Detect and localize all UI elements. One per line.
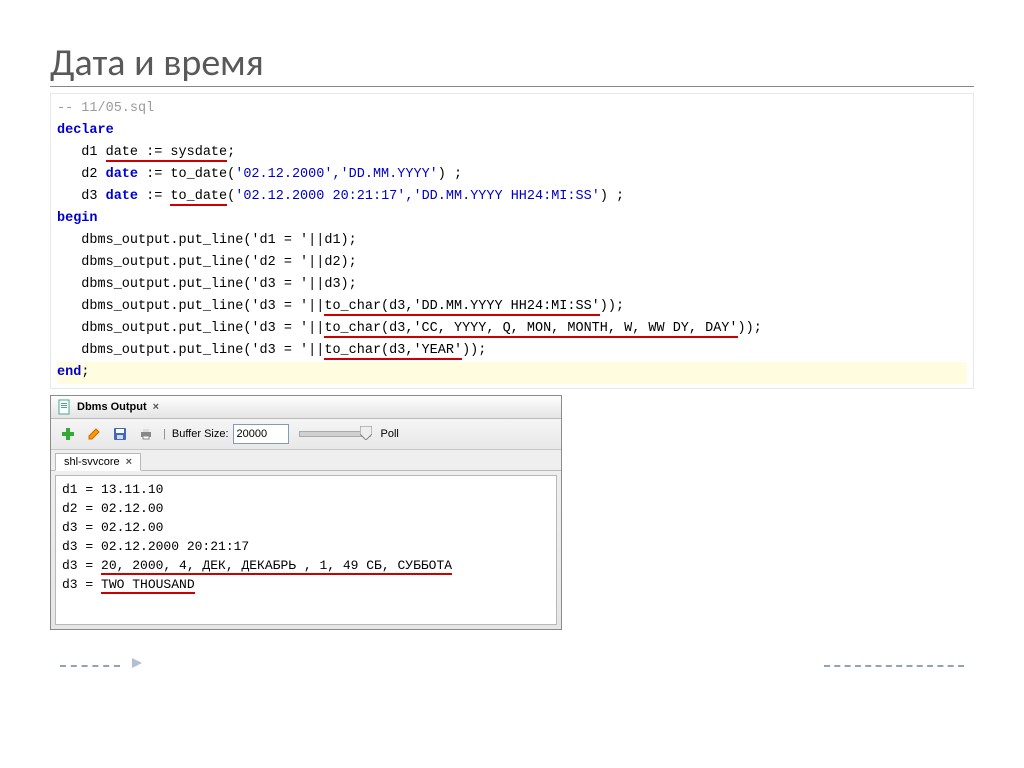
connection-tabs: shl-svvcore × [51, 450, 561, 471]
plus-icon[interactable] [57, 423, 79, 445]
buffer-size-input[interactable] [233, 424, 289, 444]
code-comment: -- 11/05.sql [57, 101, 154, 116]
kw-begin: begin [57, 211, 98, 226]
underline-out6: TWO THOUSAND [101, 577, 195, 594]
output-line: d3 = 02.12.00 [62, 520, 163, 535]
underline-tochar1: to_char(d3,'DD.MM.YYYY HH24:MI:SS' [324, 299, 599, 316]
output-line: d1 = 13.11.10 [62, 482, 163, 497]
dbms-toolbar: | Buffer Size: Poll [51, 419, 561, 450]
buffer-size-label: Buffer Size: [172, 428, 229, 440]
page-title: Дата и время [50, 40, 974, 87]
dbms-title: Dbms Output [77, 401, 147, 413]
footer-dash-right [824, 665, 964, 667]
footer-dash-left [60, 665, 120, 667]
play-icon [130, 656, 144, 675]
document-icon [57, 399, 73, 415]
dbms-titlebar: Dbms Output × [51, 396, 561, 419]
output-area[interactable]: d1 = 13.11.10 d2 = 02.12.00 d3 = 02.12.0… [55, 475, 557, 625]
pencil-icon[interactable] [83, 423, 105, 445]
poll-slider[interactable] [299, 431, 371, 437]
connection-tab[interactable]: shl-svvcore × [55, 453, 141, 471]
dbms-output-panel: Dbms Output × | Buffer Size: Poll shl-sv… [50, 395, 562, 630]
slide-footer [50, 656, 974, 675]
poll-label: Poll [381, 428, 399, 440]
slider-thumb-icon[interactable] [360, 426, 372, 440]
underline-d1: date := sysdate [106, 145, 228, 162]
underline-tochar2: to_char(d3,'CC, YYYY, Q, MON, MONTH, W, … [324, 321, 737, 338]
close-icon[interactable]: × [153, 401, 159, 413]
code-editor: -- 11/05.sql declare d1 date := sysdate;… [50, 93, 974, 389]
tab-label: shl-svvcore [64, 456, 120, 468]
kw-end: end [57, 365, 81, 380]
output-line: d3 = 02.12.2000 20:21:17 [62, 539, 249, 554]
underline-todate: to_date [170, 189, 227, 206]
underline-out5: 20, 2000, 4, ДЕК, ДЕКАБРЬ , 1, 49 СБ, СУ… [101, 558, 452, 575]
kw-declare: declare [57, 123, 114, 138]
underline-tochar3: to_char(d3,'YEAR' [324, 343, 462, 360]
separator: | [161, 428, 168, 440]
print-icon[interactable] [135, 423, 157, 445]
tab-close-icon[interactable]: × [126, 456, 132, 468]
output-line: d2 = 02.12.00 [62, 501, 163, 516]
save-icon[interactable] [109, 423, 131, 445]
